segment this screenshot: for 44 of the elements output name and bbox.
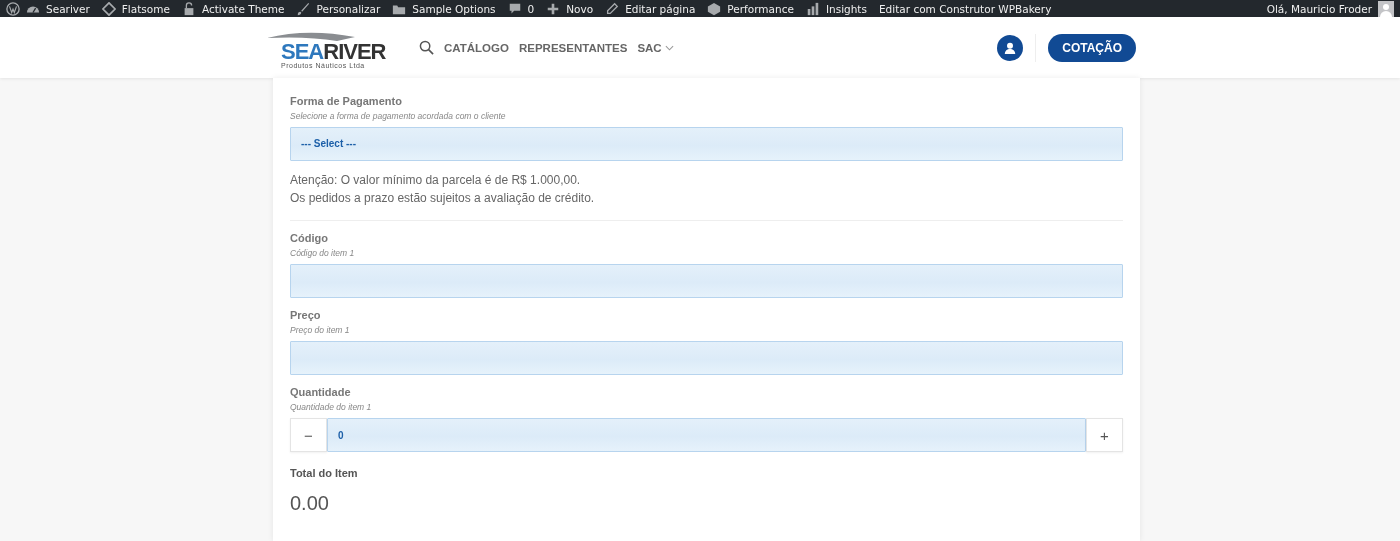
bar-chart-icon: [805, 1, 820, 16]
field-label: Forma de Pagamento: [290, 94, 403, 108]
field-description: Código do item 1: [290, 247, 356, 259]
account-button[interactable]: [997, 34, 1024, 61]
brush-icon: [296, 1, 311, 16]
nav-link[interactable]: REPRESENTANTES: [518, 41, 628, 54]
input-field[interactable]: [290, 264, 1123, 298]
nav-link[interactable]: SAC: [637, 41, 662, 54]
nav-link[interactable]: CATÁLOGO: [444, 41, 509, 54]
wordpress-logo-icon[interactable]: [6, 1, 20, 16]
field-label: Preço: [290, 308, 322, 322]
admin-bar-item[interactable]: Personalizar: [316, 2, 381, 15]
admin-bar-item[interactable]: Editar com Construtor WPBakery: [878, 2, 1052, 15]
admin-bar-item[interactable]: Seariver: [46, 2, 90, 15]
select-field[interactable]: --- Select ---: [290, 127, 1123, 161]
notice-text: Os pedidos a prazo estão sujeitos a avaliação de crédito.: [290, 190, 596, 207]
admin-bar-item[interactable]: Insights: [825, 2, 867, 15]
quote-button[interactable]: COTAÇÃO: [1048, 33, 1136, 62]
field-description: Quantidade do item 1: [290, 401, 373, 413]
quantity-field[interactable]: 0: [327, 418, 1086, 452]
diamond-icon: [101, 1, 116, 16]
user-icon: [1004, 41, 1017, 54]
admin-bar-item[interactable]: Editar página: [625, 2, 696, 15]
total-label: Total do Item: [290, 466, 359, 480]
input-field[interactable]: [290, 341, 1123, 375]
admin-bar-item[interactable]: Activate Theme: [201, 2, 285, 15]
field-description: Preço do item 1: [290, 324, 351, 336]
field-description: Selecione a forma de pagamento acordada com o cliente: [290, 110, 507, 122]
total-value: 0.00: [290, 492, 330, 515]
admin-bar-item[interactable]: 0: [527, 2, 535, 15]
admin-bar-item[interactable]: Performance: [727, 2, 794, 15]
admin-bar-item[interactable]: Flatsome: [121, 2, 170, 15]
notice-text: Atenção: O valor mínimo da parcela é de R$ 1.000,00.: [290, 172, 582, 189]
admin-bar-item[interactable]: Novo: [566, 2, 594, 15]
field-label: Quantidade: [290, 385, 352, 399]
user-greeting-link[interactable]: Olá, Mauricio Froder: [1266, 2, 1372, 15]
admin-bar-item[interactable]: Sample Options: [412, 2, 496, 15]
logo-wordmark: SEARIVER: [281, 41, 386, 62]
plus-button[interactable]: +: [1086, 418, 1123, 452]
field-label: Código: [290, 231, 329, 245]
plus-icon: [546, 1, 561, 16]
minus-button[interactable]: −: [290, 418, 327, 452]
search-icon: [419, 40, 434, 55]
pencil-icon: [605, 1, 620, 16]
